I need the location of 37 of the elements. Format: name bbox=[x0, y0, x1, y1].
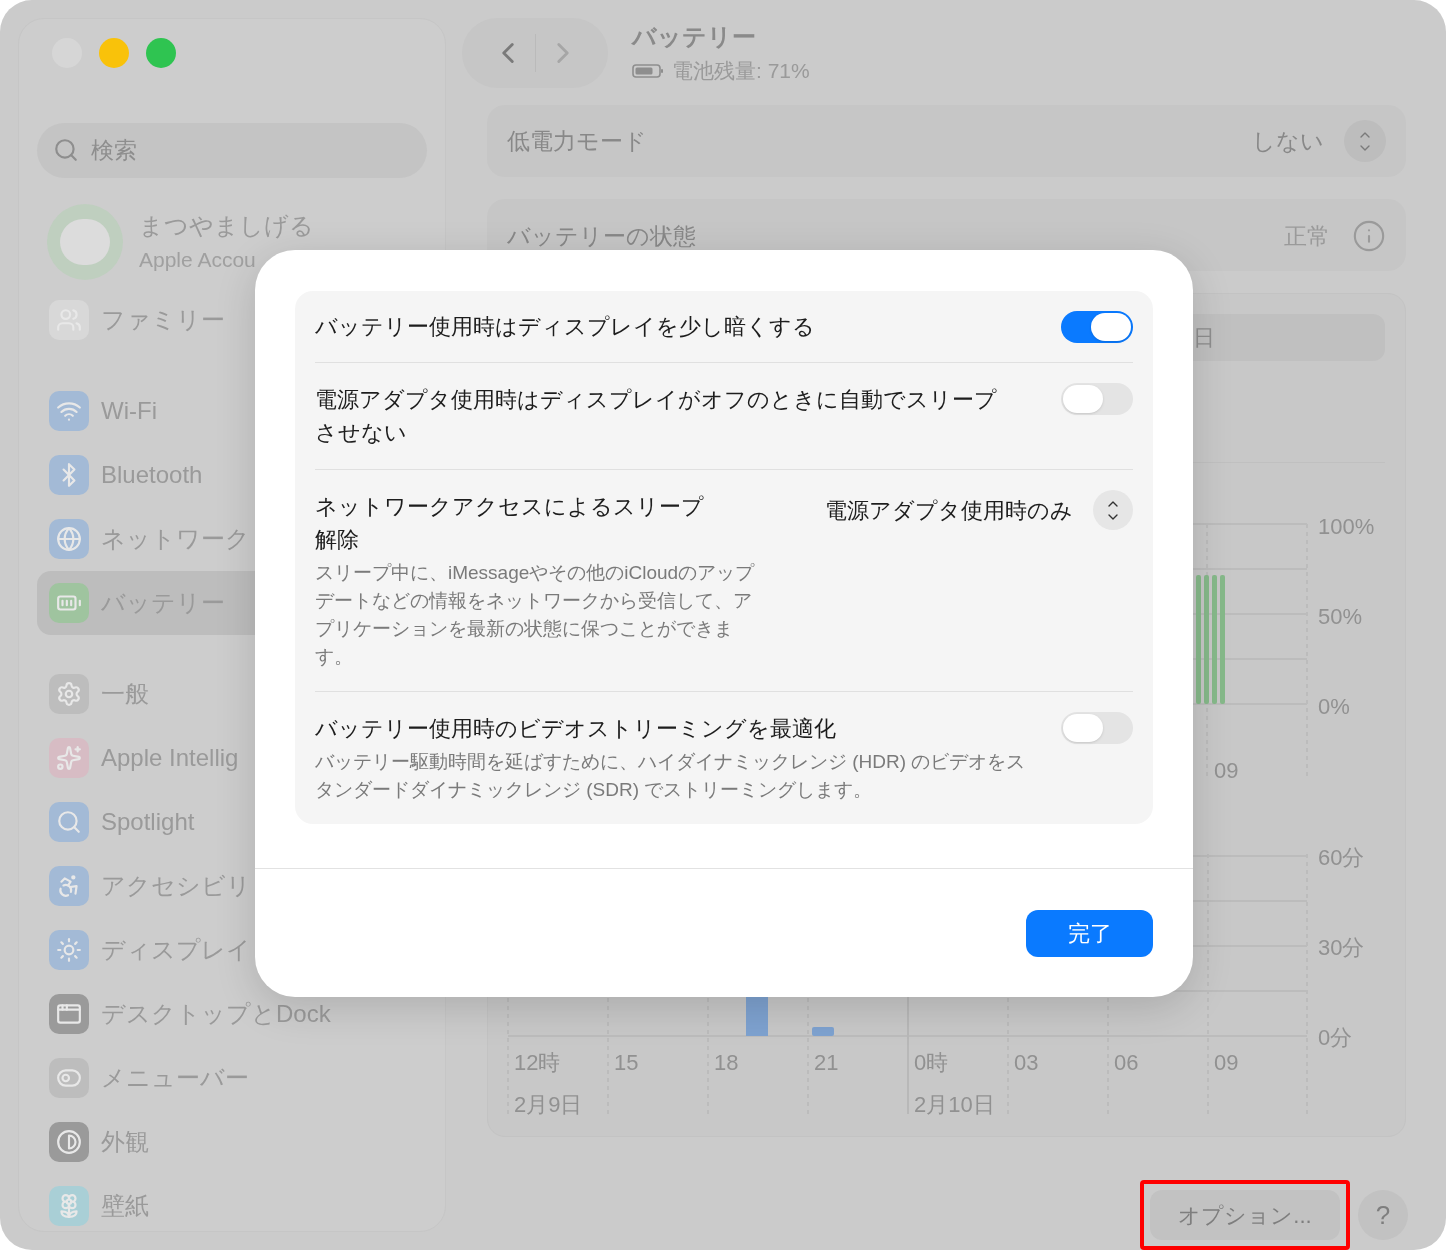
minimize-window-icon[interactable] bbox=[99, 38, 129, 68]
row-label: 低電力モード bbox=[507, 126, 648, 156]
toggle-switch[interactable] bbox=[1061, 310, 1133, 343]
flower-icon bbox=[49, 1186, 89, 1226]
popup-stepper[interactable] bbox=[1344, 120, 1386, 162]
usage-bar bbox=[812, 1027, 834, 1037]
sparkle-icon bbox=[49, 738, 89, 778]
options-button[interactable]: オプション... bbox=[1150, 1190, 1340, 1240]
bluetooth-icon bbox=[49, 455, 89, 495]
gear-icon bbox=[49, 674, 89, 714]
setting-label: バッテリー使用時のビデオストリーミングを最適化 bbox=[315, 715, 837, 743]
people-icon bbox=[49, 300, 89, 340]
setting-description: バッテリー駆動時間を延ばすために、ハイダイナミックレンジ (HDR) のビデオをスタンダードダイナミックレンジ (SDR) でストリーミングします。 bbox=[315, 750, 1027, 802]
search-icon bbox=[53, 137, 79, 163]
dock-icon bbox=[49, 994, 89, 1034]
done-button[interactable]: 完了 bbox=[1026, 910, 1153, 957]
setting-label: バッテリー使用時はディスプレイを少し暗くする bbox=[315, 313, 816, 341]
toggles-icon bbox=[49, 1058, 89, 1098]
setting-label: 電源アダプタ使用時はディスプレイがオフのときに自動でスリープさせない bbox=[315, 386, 998, 447]
toggle-switch[interactable] bbox=[1061, 383, 1133, 415]
help-button[interactable]: ? bbox=[1358, 1190, 1408, 1240]
setting-label: ネットワークアクセスによるスリープ解除 bbox=[315, 493, 705, 554]
battery-icon bbox=[49, 583, 89, 623]
wifi-icon bbox=[49, 391, 89, 431]
zoom-window-icon[interactable] bbox=[146, 38, 176, 68]
battery-icon bbox=[632, 63, 664, 79]
row-value: しない bbox=[1252, 126, 1324, 156]
page-title: バッテリー bbox=[632, 22, 757, 53]
globe-icon bbox=[49, 519, 89, 559]
row-label: バッテリーの状態 bbox=[507, 222, 697, 252]
accessibility-icon bbox=[49, 866, 89, 906]
popup-value: 電源アダプタ使用時のみ bbox=[825, 496, 1073, 525]
popup-stepper[interactable] bbox=[1093, 490, 1133, 530]
magnifier-icon bbox=[49, 802, 89, 842]
toggle-switch[interactable] bbox=[1061, 712, 1133, 744]
info-icon[interactable] bbox=[1352, 219, 1386, 254]
sun-icon bbox=[49, 930, 89, 970]
